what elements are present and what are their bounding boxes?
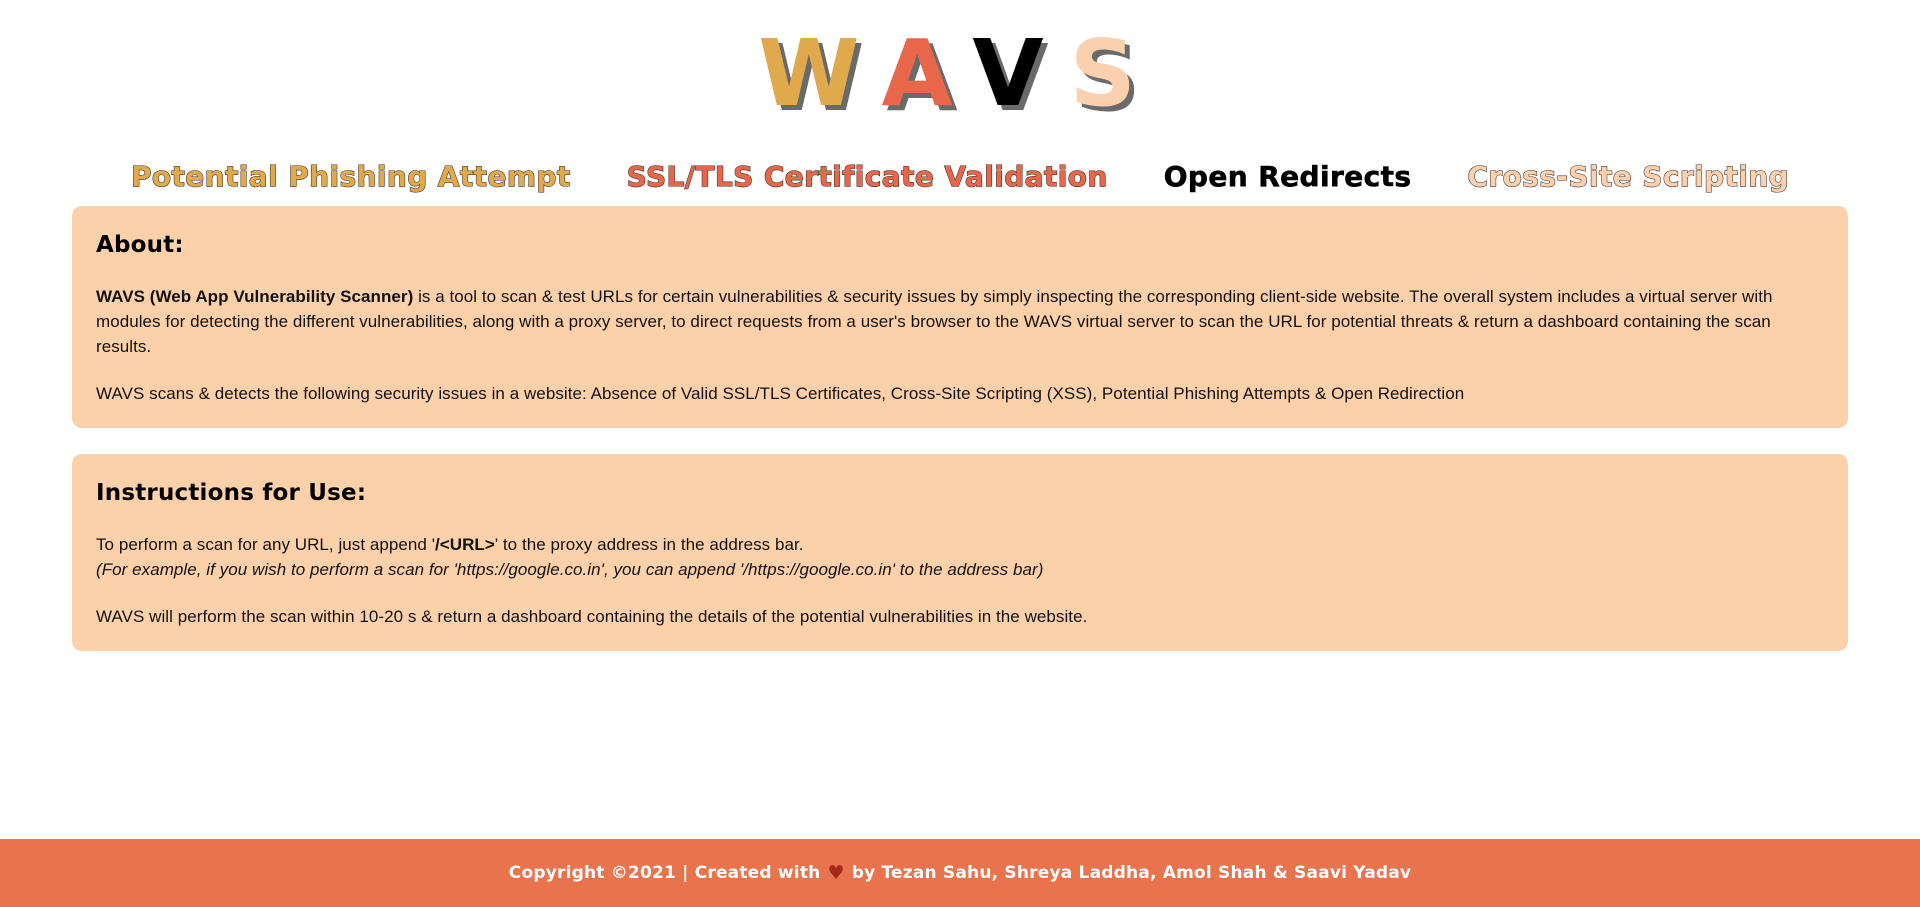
footer-credit: Copyright ©2021 | Created with ♥ by Teza…	[509, 863, 1411, 883]
instructions-paragraph-1: To perform a scan for any URL, just appe…	[96, 532, 1824, 582]
main-content: About: WAVS (Web App Vulnerability Scann…	[0, 206, 1920, 651]
instructions-paragraph-2: WAVS will perform the scan within 10-20 …	[96, 607, 1088, 626]
instructions-example-line: (For example, if you wish to perform a s…	[96, 560, 1044, 579]
about-paragraph-2: WAVS scans & detects the following secur…	[96, 384, 1465, 403]
tab-cross-site-scripting[interactable]: Cross-Site Scripting	[1467, 159, 1789, 194]
heart-icon: ♥	[827, 861, 845, 884]
instructions-url-token: /<URL>	[435, 535, 495, 554]
main-navigation: Potential Phishing Attempt SSL/TLS Certi…	[0, 148, 1920, 206]
logo-letter-s: S	[1069, 20, 1162, 127]
instructions-panel: Instructions for Use: To perform a scan …	[72, 454, 1848, 651]
instructions-heading: Instructions for Use:	[96, 480, 367, 506]
footer-authors-text: by Tezan Sahu, Shreya Laddha, Amol Shah …	[851, 863, 1412, 883]
logo-letter-v: V	[972, 20, 1070, 127]
instructions-line1-post: ' to the proxy address in the address ba…	[494, 535, 804, 554]
wavs-logo: WAVS	[758, 26, 1162, 122]
tab-potential-phishing-attempt[interactable]: Potential Phishing Attempt	[130, 159, 570, 194]
tab-ssl-tls-certificate-validation[interactable]: SSL/TLS Certificate Validation	[626, 159, 1108, 194]
site-footer: Copyright ©2021 | Created with ♥ by Teza…	[0, 839, 1920, 907]
logo-header: WAVS	[0, 0, 1920, 148]
footer-copyright-text: Copyright ©2021 | Created with	[508, 863, 821, 883]
logo-letter-w: W	[758, 20, 882, 127]
about-product-name: WAVS (Web App Vulnerability Scanner)	[96, 287, 414, 306]
logo-letter-a: A	[881, 20, 973, 127]
about-panel: About: WAVS (Web App Vulnerability Scann…	[72, 206, 1848, 428]
tab-open-redirects[interactable]: Open Redirects	[1163, 160, 1412, 194]
about-paragraph-1: WAVS (Web App Vulnerability Scanner) is …	[96, 284, 1824, 359]
instructions-line1-pre: To perform a scan for any URL, just appe…	[96, 535, 436, 554]
about-heading: About:	[96, 232, 184, 258]
